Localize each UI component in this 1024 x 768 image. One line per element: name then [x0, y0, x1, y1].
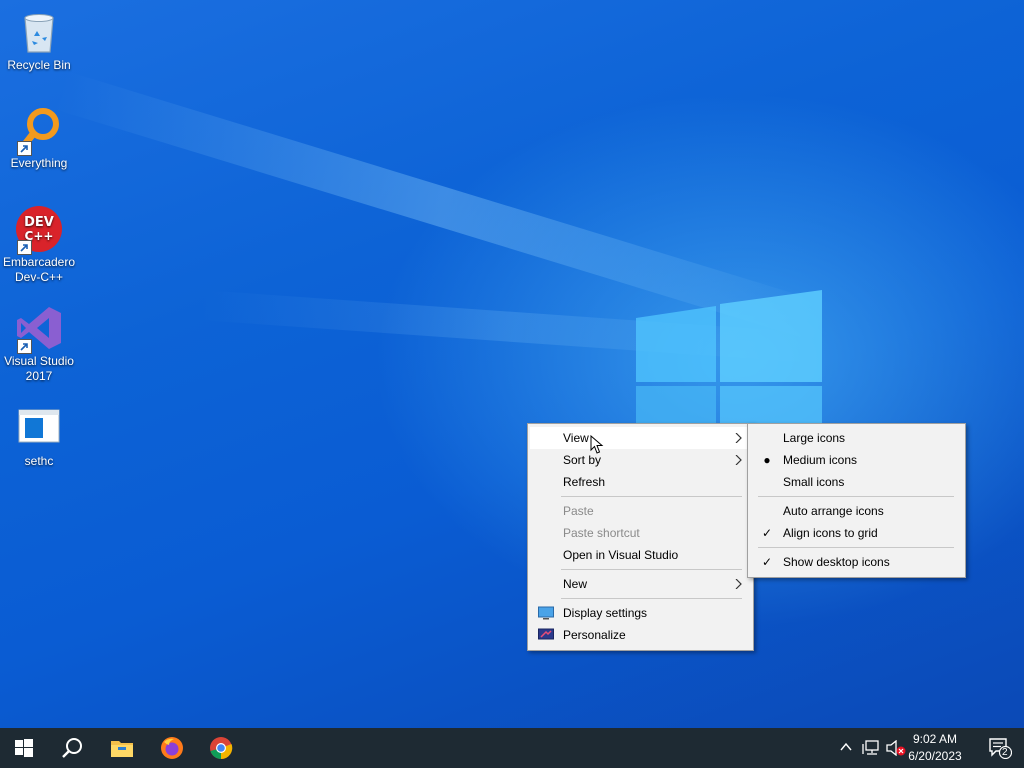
display-settings-icon — [538, 606, 554, 620]
application-window-icon — [15, 404, 63, 452]
file-explorer-icon — [111, 741, 133, 757]
shortcut-arrow-icon — [17, 141, 32, 156]
visual-studio-icon — [15, 304, 63, 354]
desktop-icon-label: Everything — [10, 156, 68, 170]
view-submenu: Large icons ● Medium icons Small icons A… — [747, 423, 966, 578]
taskbar: 9:02 AM 6/20/2023 2 — [0, 728, 1024, 768]
desktop-icon-everything[interactable]: Everything — [0, 106, 78, 171]
submenu-item-auto-arrange[interactable]: Auto arrange icons — [750, 500, 963, 522]
personalize-icon — [538, 628, 554, 640]
taskbar-chrome[interactable] — [197, 728, 245, 768]
submenu-item-show-desktop-icons[interactable]: ✓ Show desktop icons — [750, 551, 963, 573]
desktop-icon-label: Visual Studio 2017 — [4, 354, 74, 383]
notifications-icon — [989, 738, 1012, 759]
search-button[interactable] — [48, 728, 96, 768]
taskbar-clock[interactable]: 9:02 AM 6/20/2023 — [900, 731, 970, 765]
taskbar-file-explorer[interactable] — [98, 728, 146, 768]
svg-text:DEV: DEV — [24, 215, 54, 230]
desktop-icon-devcpp[interactable]: DEV C++ Embarcadero Dev-C++ — [0, 205, 78, 285]
menu-item-open-visual-studio[interactable]: Open in Visual Studio — [530, 544, 751, 566]
submenu-item-small-icons[interactable]: Small icons — [750, 471, 963, 493]
menu-item-refresh[interactable]: Refresh — [530, 471, 751, 493]
chevron-right-icon — [735, 455, 742, 465]
start-icon — [15, 739, 33, 757]
desktop[interactable]: Recycle Bin Everything DEV C++ Embarcade… — [0, 0, 1024, 728]
devcpp-icon: DEV C++ — [15, 205, 63, 255]
action-center-button[interactable]: 2 — [976, 728, 1024, 768]
start-button[interactable] — [0, 728, 48, 768]
menu-item-personalize[interactable]: Personalize — [530, 624, 751, 646]
menu-separator — [758, 547, 954, 548]
desktop-icon-label: Recycle Bin — [7, 58, 71, 72]
desktop-icon-sethc[interactable]: sethc — [0, 404, 78, 469]
checkmark-icon: ✓ — [761, 555, 773, 569]
menu-separator — [758, 496, 954, 497]
menu-item-paste-shortcut: Paste shortcut — [563, 526, 640, 540]
chrome-icon — [210, 737, 233, 760]
mouse-cursor-icon — [590, 435, 604, 454]
submenu-item-medium-icons[interactable]: ● Medium icons — [750, 449, 963, 471]
menu-separator — [561, 598, 742, 599]
menu-item-new[interactable]: New — [530, 573, 751, 595]
search-icon — [62, 738, 82, 758]
shortcut-arrow-icon — [17, 240, 32, 255]
shortcut-arrow-icon — [17, 339, 32, 354]
desktop-icon-label: sethc — [24, 454, 54, 468]
menu-item-paste: Paste — [563, 504, 594, 518]
menu-separator — [561, 496, 742, 497]
recycle-bin-icon — [15, 8, 63, 56]
menu-item-sort-by[interactable]: Sort by — [530, 449, 751, 471]
checkmark-icon: ✓ — [761, 526, 773, 540]
clock-time: 9:02 AM — [912, 732, 958, 746]
everything-icon — [15, 106, 63, 156]
chevron-right-icon — [735, 433, 742, 443]
network-icon[interactable] — [862, 740, 880, 756]
chevron-up-icon[interactable] — [840, 742, 852, 752]
firefox-icon — [161, 737, 183, 759]
submenu-item-align-to-grid[interactable]: ✓ Align icons to grid — [750, 522, 963, 544]
desktop-icon-recycle-bin[interactable]: Recycle Bin — [0, 8, 78, 73]
desktop-context-menu: View Sort by Refresh Paste Paste shortcu… — [527, 423, 754, 651]
menu-item-view[interactable]: View — [530, 427, 751, 449]
menu-separator — [561, 569, 742, 570]
system-tray — [836, 728, 910, 768]
radio-bullet-icon: ● — [763, 453, 771, 467]
taskbar-firefox[interactable] — [148, 728, 196, 768]
notification-count-badge: 2 — [1002, 747, 1008, 758]
submenu-item-large-icons[interactable]: Large icons — [750, 427, 963, 449]
desktop-icon-label: Embarcadero Dev-C++ — [2, 255, 76, 284]
desktop-icon-visual-studio[interactable]: Visual Studio 2017 — [0, 304, 78, 384]
clock-date: 6/20/2023 — [908, 749, 962, 763]
menu-item-display-settings[interactable]: Display settings — [530, 602, 751, 624]
chevron-right-icon — [735, 579, 742, 589]
